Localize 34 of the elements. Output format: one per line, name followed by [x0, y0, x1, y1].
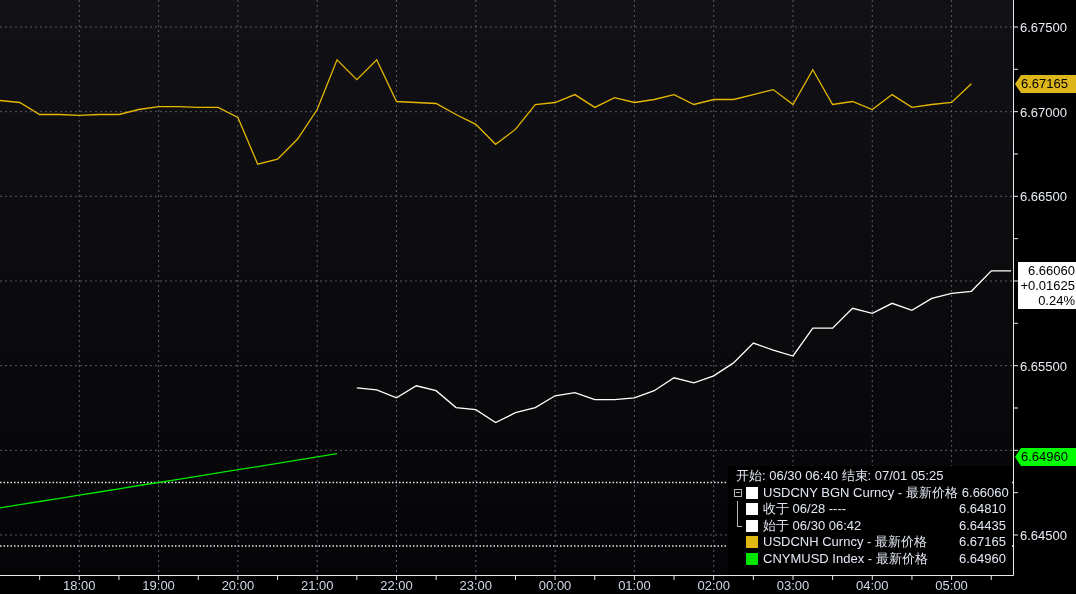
x-axis-label: 19:00 [142, 578, 175, 593]
legend-label: 始于 06/30 06:42 [763, 517, 863, 534]
legend-value: 6.64435 [959, 517, 1006, 534]
legend-value: 6.64960 [959, 550, 1006, 567]
x-axis-label: 20:00 [221, 578, 255, 593]
price-tag: 6.64960 [1015, 448, 1076, 466]
y-axis-label: 6.65500 [1020, 358, 1067, 374]
y-axis-label: 6.67500 [1020, 20, 1067, 35]
legend-label: USDCNH Curncy - 最新价格 [763, 534, 928, 551]
price-box-text: 0.24% [1038, 293, 1075, 308]
legend-label: CNYMUSD Index - 最新价格 [763, 550, 929, 567]
x-axis-label: 03:00 [776, 578, 810, 593]
y-axis-label: 6.64500 [1020, 528, 1067, 543]
x-axis-label: 21:00 [300, 578, 334, 593]
legend-value: 6.66060 [961, 484, 1009, 501]
x-axis-label: 18:00 [63, 578, 96, 593]
legend-header: 开始: 06/30 06:40 结束: 07/01 05:25 [735, 468, 945, 485]
x-axis-label: 22:00 [380, 578, 413, 593]
y-axis-label: 6.67000 [1020, 104, 1067, 120]
x-axis-label: 02:00 [697, 578, 730, 593]
price-box-text: +0.01625 [1020, 278, 1075, 293]
legend-value: 6.67165 [959, 534, 1006, 551]
collapse-toggle-icon[interactable] [734, 488, 742, 497]
x-axis-label: 05:00 [935, 578, 968, 593]
price-tag: 6.67165 [1015, 75, 1076, 93]
legend-label: 收于 06/28 ---- [763, 501, 848, 518]
legend-value: 6.64810 [959, 501, 1006, 518]
price-box-text: 6.66060 [1028, 263, 1075, 278]
legend-label: USDCNY BGN Curncy - 最新价格 [763, 484, 958, 501]
x-axis-label: 01:00 [618, 578, 651, 593]
y-axis-label: 6.66500 [1020, 189, 1067, 205]
x-axis-label: 23:00 [459, 578, 493, 593]
x-axis-label: 00:00 [538, 578, 572, 593]
x-axis-label: 04:00 [856, 578, 889, 593]
